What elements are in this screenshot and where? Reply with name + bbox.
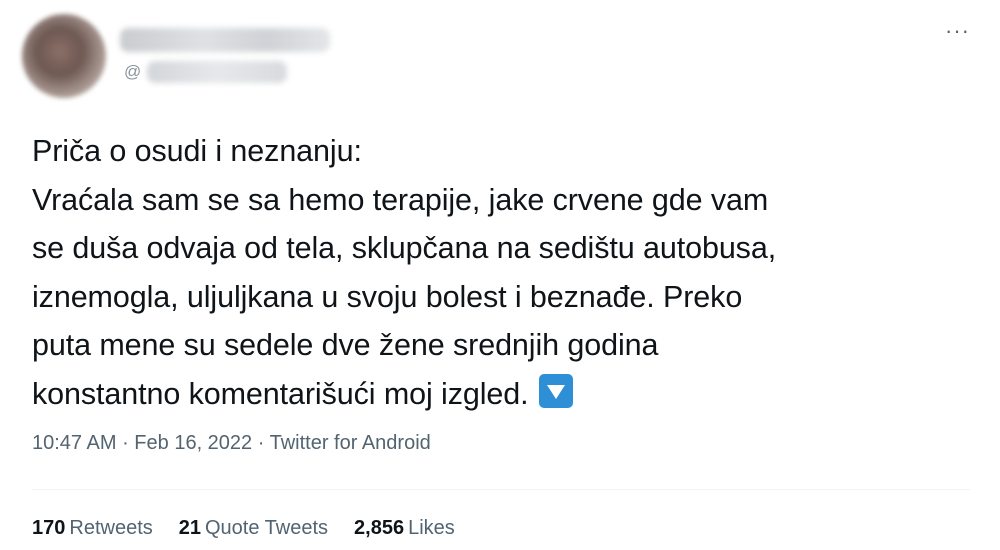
tweet-stats: 170 Retweets 21 Quote Tweets 2,856 Likes — [32, 517, 455, 540]
avatar[interactable] — [22, 14, 106, 98]
quote-tweets-count: 21 — [178, 517, 201, 539]
tweet-time[interactable]: 10:47 AM — [32, 432, 117, 454]
tweet-text-line: puta mene su sedele dve žene srednjih go… — [32, 328, 659, 362]
quote-tweets-label: Quote Tweets — [205, 517, 329, 539]
tweet-text-line: Priča o osudi i neznanju: — [32, 134, 362, 168]
more-options-icon[interactable]: ··· — [945, 20, 970, 42]
divider — [32, 489, 970, 490]
display-name-blurred[interactable] — [120, 28, 330, 52]
tweet-text-line: iznemogla, uljuljkana u svoju bolest i b… — [32, 279, 743, 314]
quote-tweets-stat[interactable]: 21 Quote Tweets — [179, 517, 328, 540]
tweet-meta: 10:47 AM · Feb 16, 2022 · Twitter for An… — [32, 432, 431, 455]
tweet-text: Priča o osudi i neznanju: Vraćala sam se… — [32, 127, 972, 418]
likes-stat[interactable]: 2,856 Likes — [354, 517, 455, 540]
tweet-text-line: Vraćala sam se sa hemo terapije, jake cr… — [32, 182, 769, 217]
tweet-text-line: se duša odvaja od tela, sklupčana na sed… — [32, 231, 777, 265]
tweet-source[interactable]: Twitter for Android — [270, 432, 431, 454]
likes-count: 2,856 — [354, 517, 405, 539]
handle-blurred — [147, 61, 288, 83]
tweet-text-line: konstantno komentarišući moj izgled. — [32, 376, 529, 411]
retweets-stat[interactable]: 170 Retweets — [32, 517, 153, 540]
down-arrow-button-icon — [538, 373, 573, 408]
retweets-count: 170 — [32, 517, 66, 539]
meta-separator: · — [116, 432, 135, 454]
retweets-label: Retweets — [69, 517, 153, 539]
meta-separator: · — [252, 432, 270, 454]
tweet-text-line-last: konstantno komentarišući moj izgled. — [32, 370, 972, 419]
likes-label: Likes — [408, 517, 455, 539]
tweet-date[interactable]: Feb 16, 2022 — [134, 432, 252, 454]
handle: @ — [124, 60, 288, 84]
handle-at: @ — [124, 62, 142, 81]
